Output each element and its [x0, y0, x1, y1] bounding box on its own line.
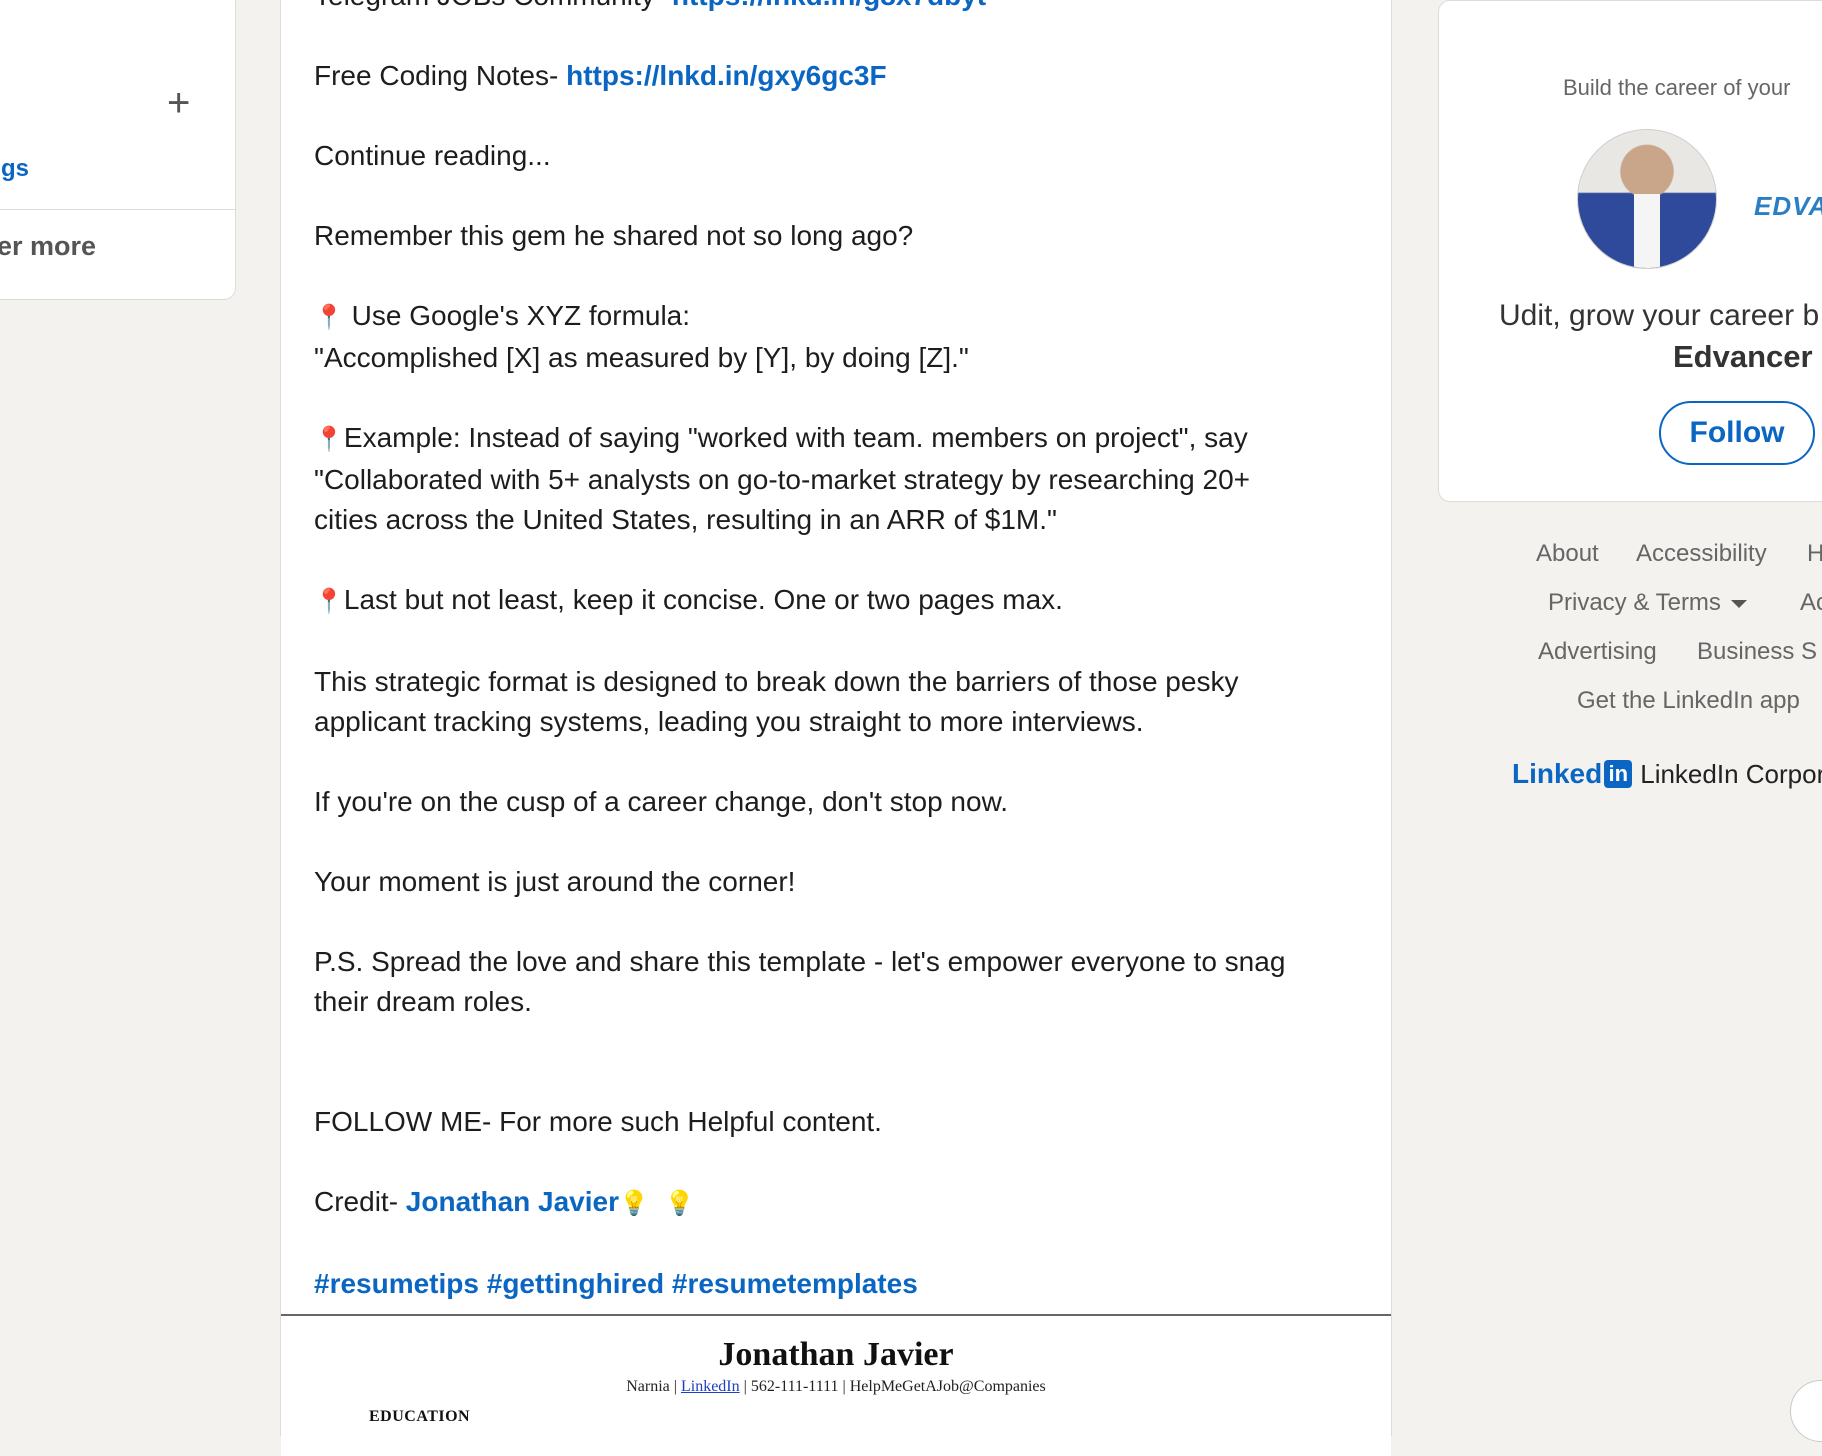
example-line-3: cities across the United States, resulti…	[314, 504, 1057, 535]
telegram-link[interactable]: https://lnkd.in/g8x7dbyt	[672, 0, 986, 11]
company-logo: EDVA	[1754, 191, 1822, 221]
footer-help[interactable]: H	[1807, 540, 1822, 568]
continue-reading: Continue reading...	[314, 140, 551, 171]
light-bulb-icon: 💡	[619, 1190, 649, 1217]
messaging-bubble[interactable]	[1790, 1380, 1822, 1442]
strategic-line-1: This strategic format is designed to bre…	[314, 666, 1239, 697]
resume-contact: Narnia | LinkedIn | 562-111-1111 | HelpM…	[626, 1378, 1046, 1395]
example-line-2: "Collaborated with 5+ analysts on go-to-…	[314, 464, 1250, 495]
footer-about[interactable]: About	[1536, 540, 1599, 568]
avatar-detail	[1634, 194, 1660, 268]
follow-me-text: FOLLOW ME- For more such Helpful content…	[314, 1106, 882, 1137]
resume-linkedin: LinkedIn	[680, 1378, 740, 1395]
linkedin-logo: Linked in	[1512, 758, 1640, 790]
linkedin-logo-text: Linked	[1512, 758, 1603, 789]
footer-business[interactable]: Business S	[1697, 638, 1817, 666]
ps-line-2: their dream roles.	[314, 986, 532, 1017]
caret-down-icon	[1730, 599, 1747, 608]
remember-text: Remember this gem he shared not so long …	[314, 220, 914, 251]
privacy-terms-label: Privacy & Terms	[1548, 589, 1721, 616]
hashtag-link[interactable]: #gettinghired	[487, 1268, 664, 1299]
post-body: Telegram JOBs Community- https://lnkd.in…	[314, 0, 1364, 1344]
plus-icon[interactable]: +	[167, 83, 190, 123]
strategic-line-2: applicant tracking systems, leading you …	[314, 706, 1144, 737]
resume-section-heading: EDUCATION	[369, 1408, 471, 1425]
linkedin-corporation: Linked in LinkedIn Corpora	[1512, 758, 1822, 790]
round-pushpin-icon: 📍	[314, 426, 344, 453]
cusp-text: If you're on the cusp of a career change…	[314, 786, 1009, 817]
example-line-1: Example: Instead of saying "worked with …	[343, 422, 1248, 453]
promo-headline: Udit, grow your career b	[1499, 299, 1820, 332]
round-pushpin-icon: 📍	[314, 304, 344, 331]
resume-name: Jonathan Javier	[718, 1336, 954, 1373]
promo-tagline: Build the career of your	[1563, 75, 1791, 100]
corporation-text: LinkedIn Corpora	[1640, 758, 1822, 789]
xyz-line-1: Use Google's XYZ formula:	[351, 300, 691, 331]
resume-location: Narnia	[626, 1378, 670, 1395]
footer-advertising[interactable]: Advertising	[1538, 638, 1657, 666]
credit-author-link[interactable]: Jonathan Javier	[406, 1186, 619, 1217]
hashtags: #resumetips #gettinghired #resumetemplat…	[314, 1264, 1364, 1304]
post-card: Telegram JOBs Community- https://lnkd.in…	[280, 0, 1392, 1456]
hashtag-link[interactable]: #resumetemplates	[672, 1268, 918, 1299]
footer-accessibility[interactable]: Accessibility	[1636, 540, 1767, 568]
divider	[0, 209, 235, 210]
follow-button[interactable]: Follow	[1659, 401, 1815, 465]
round-pushpin-icon: 📍	[314, 588, 344, 615]
telegram-label: Telegram JOBs Community-	[314, 0, 672, 11]
credit-label: Credit-	[314, 1186, 406, 1217]
avatar	[1577, 129, 1717, 269]
footer-get-app[interactable]: Get the LinkedIn app	[1577, 687, 1800, 715]
footer-privacy-terms[interactable]: Privacy & Terms	[1548, 589, 1747, 617]
notes-link[interactable]: https://lnkd.in/gxy6gc3F	[566, 60, 886, 91]
ps-line-1: P.S. Spread the love and share this temp…	[314, 946, 1286, 977]
left-sidebar-card: + gs er more	[0, 0, 236, 300]
discover-more-button[interactable]: er more	[0, 231, 96, 262]
promo-company: Edvancer	[1673, 339, 1813, 374]
footer-ad-choices[interactable]: Ac	[1800, 589, 1822, 617]
events-link[interactable]: gs	[1, 155, 29, 183]
notes-label: Free Coding Notes-	[314, 60, 567, 91]
resume-phone: 562-111-1111	[750, 1378, 839, 1395]
document-preview[interactable]: Jonathan Javier Narnia | LinkedIn | 562-…	[281, 1314, 1391, 1456]
hashtag-link[interactable]: #resumetips	[314, 1268, 479, 1299]
linkedin-logo-box: in	[1604, 760, 1633, 788]
light-bulb-icon: 💡	[664, 1190, 695, 1217]
resume-email: HelpMeGetAJob@Companies	[849, 1378, 1046, 1395]
concise-text: Last but not least, keep it concise. One…	[343, 584, 1063, 615]
moment-text: Your moment is just around the corner!	[314, 866, 796, 897]
promo-card: Build the career of your EDVA Udit, grow…	[1438, 0, 1822, 502]
xyz-line-2: "Accomplished [X] as measured by [Y], by…	[314, 342, 969, 373]
